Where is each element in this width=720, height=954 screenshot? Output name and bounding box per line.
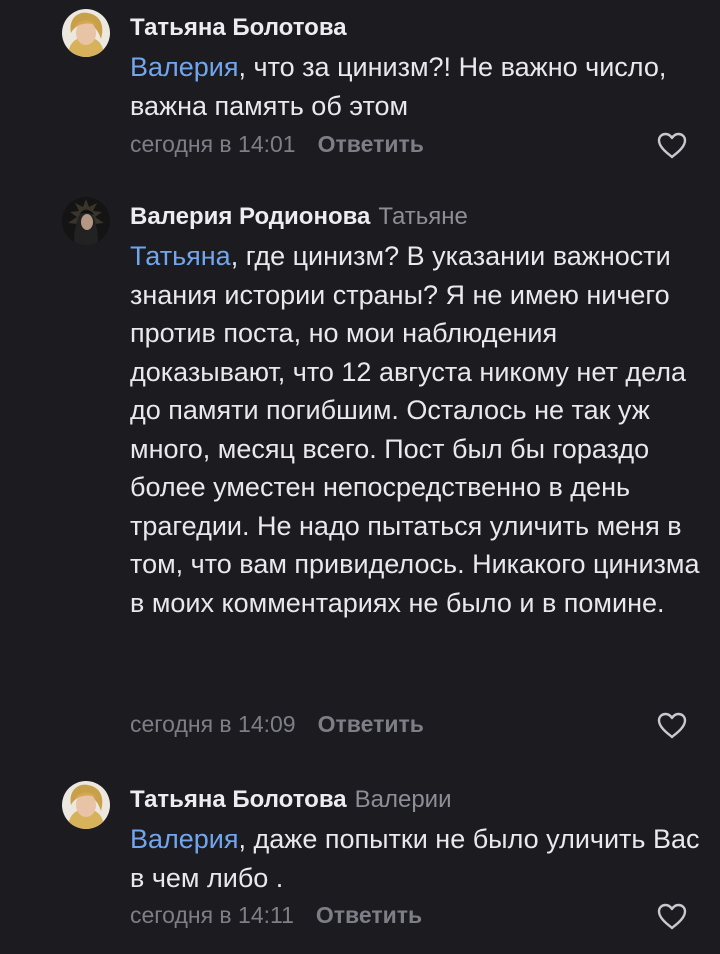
heart-outline-icon[interactable] [656, 711, 688, 739]
comment-text: Татьяна, где цинизм? В указании важности… [130, 237, 705, 622]
heart-outline-icon[interactable] [656, 131, 688, 159]
comment-meta: сегодня в 14:09 Ответить [130, 709, 424, 739]
reply-button[interactable]: Ответить [316, 902, 422, 928]
comment-text: Валерия, что за цинизм?! Не важно число,… [130, 48, 705, 125]
comment-body: , где цинизм? В указании важности знания… [130, 241, 700, 618]
mention-link[interactable]: Валерия [130, 52, 239, 82]
reply-button[interactable]: Ответить [318, 711, 424, 737]
author-line: Татьяна Болотова [130, 13, 347, 43]
author-name[interactable]: Валерия Родионова [130, 203, 370, 230]
mention-link[interactable]: Валерия [130, 824, 239, 854]
timestamp: сегодня в 14:09 [130, 711, 296, 737]
author-name[interactable]: Татьяна Болотова [130, 14, 347, 41]
avatar-tatyana[interactable] [62, 9, 110, 57]
comment-meta: сегодня в 14:01 Ответить [130, 129, 424, 159]
heart-outline-icon[interactable] [656, 902, 688, 930]
author-line: Валерия Родионова Татьяне [130, 202, 468, 232]
mention-link[interactable]: Татьяна [130, 241, 231, 271]
author-line: Татьяна Болотова Валерии [130, 785, 452, 815]
avatar-valeriya[interactable] [62, 197, 110, 245]
timestamp: сегодня в 14:11 [130, 902, 294, 928]
reply-to-label[interactable]: Татьяне [378, 203, 468, 230]
avatar-tatyana[interactable] [62, 781, 110, 829]
author-name[interactable]: Татьяна Болотова [130, 786, 347, 813]
comment-meta: сегодня в 14:11 Ответить [130, 900, 422, 930]
reply-to-label[interactable]: Валерии [355, 786, 452, 813]
reply-button[interactable]: Ответить [318, 131, 424, 157]
timestamp: сегодня в 14:01 [130, 131, 296, 157]
comment-text: Валерия, даже попытки не было уличить Ва… [130, 820, 705, 897]
